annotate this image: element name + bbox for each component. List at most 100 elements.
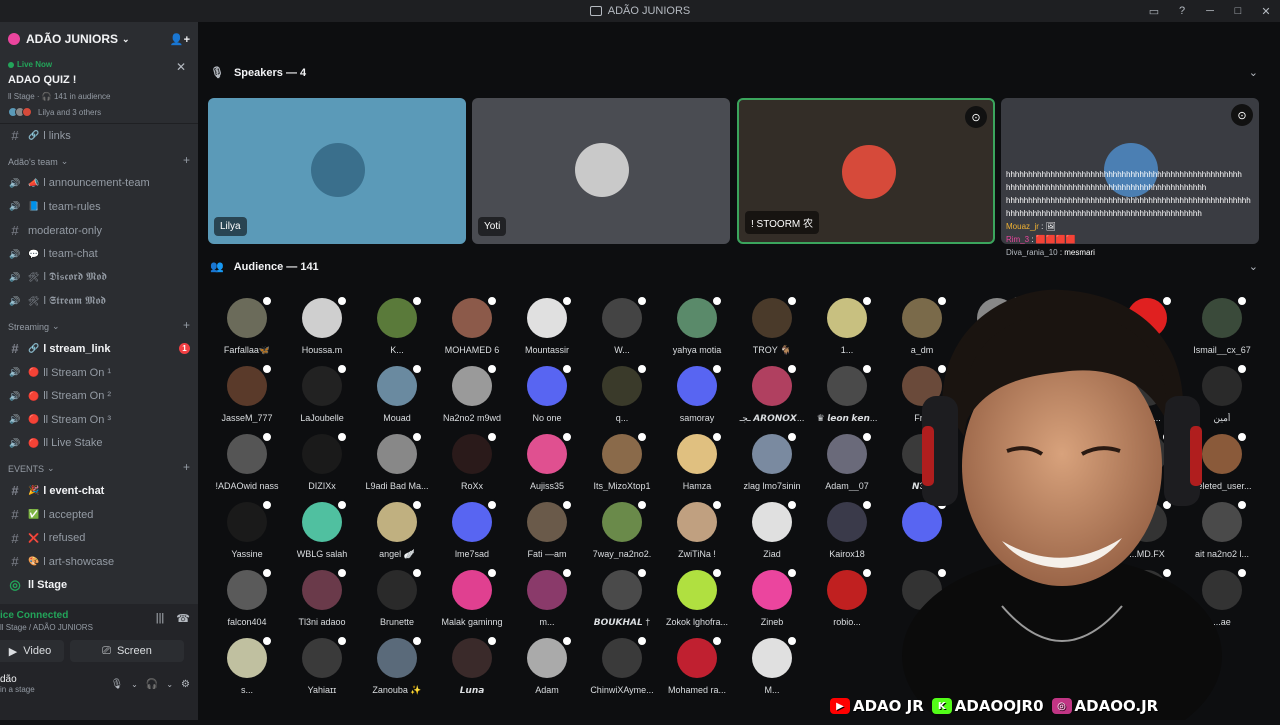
channel-category[interactable]: Streaming ⌄ + bbox=[0, 313, 198, 337]
audience-member[interactable]: zlag lmo7sinin bbox=[737, 431, 807, 491]
audience-member[interactable]: TROY 🐐 bbox=[737, 295, 807, 356]
audience-member[interactable]: Aujiss35 bbox=[512, 431, 582, 491]
help-icon[interactable]: ? bbox=[1168, 0, 1196, 22]
live-stage-card[interactable]: Live Now ADAO QUIZ ! ll Stage · 🎧 141 in… bbox=[0, 56, 198, 124]
disconnect-icon[interactable]: ☎ bbox=[176, 612, 190, 625]
channel-category[interactable]: EVENTS ⌄ + bbox=[0, 455, 198, 479]
audience-member[interactable]: yahya motia bbox=[662, 295, 732, 355]
audience-member[interactable]: q... bbox=[587, 363, 657, 423]
channel-item[interactable]: 🔊 🔴 ll Stream On ² bbox=[0, 384, 198, 408]
audience-member[interactable]: RoXx bbox=[437, 431, 507, 491]
audience-member[interactable]: 1... bbox=[812, 295, 882, 355]
audience-member[interactable]: Zineb bbox=[737, 567, 807, 627]
audience-member[interactable]: Tl3ni adaoo bbox=[287, 567, 357, 627]
audience-member[interactable]: 𝘽𝙊𝙐𝙆𝙃𝘼𝙇 † bbox=[587, 567, 657, 628]
audience-member[interactable]: lme7sad bbox=[437, 499, 507, 559]
channel-item[interactable]: # ✅ l accepted bbox=[0, 503, 198, 527]
audience-member[interactable]: !ADAOwid nass bbox=[212, 431, 282, 491]
audience-member[interactable]: ChinwiXAyme... bbox=[587, 635, 657, 695]
audience-member[interactable]: Ziad bbox=[737, 499, 807, 559]
channel-item[interactable]: 🔊 🔴 ll Stream On ³ bbox=[0, 408, 198, 432]
audience-member[interactable]: Na2no2 m9wd bbox=[437, 363, 507, 423]
channel-item[interactable]: # 🔗 l links bbox=[0, 124, 198, 148]
channel-item[interactable]: 🔊 🛠 l 𝕯𝖎𝖘𝖈𝖔𝖗𝖉 𝕸𝖔𝖉 bbox=[0, 266, 198, 290]
audience-member[interactable]: DIZIXx bbox=[287, 431, 357, 491]
add-channel-icon[interactable]: + bbox=[183, 153, 190, 167]
audience-member[interactable]: M... bbox=[737, 635, 807, 695]
audience-member[interactable]: Zokok lghofra... bbox=[662, 567, 732, 627]
voice-location[interactable]: ll Stage / ADÃO JUNIORS bbox=[0, 623, 156, 632]
username[interactable]: dão bbox=[0, 674, 110, 685]
maximize-button[interactable]: □ bbox=[1224, 0, 1252, 22]
add-channel-icon[interactable]: + bbox=[183, 318, 190, 332]
audience-member[interactable]: MOHAMED 6 bbox=[437, 295, 507, 355]
inbox-icon[interactable]: ▭ bbox=[1140, 0, 1168, 22]
minimize-button[interactable]: ─ bbox=[1196, 0, 1224, 22]
audience-member[interactable]: Zanouba ✨ bbox=[362, 635, 432, 696]
headphones-icon[interactable]: 🎧 bbox=[146, 679, 158, 690]
audience-member[interactable]: Yassine bbox=[212, 499, 282, 559]
audience-member[interactable]: Adam bbox=[512, 635, 582, 695]
audience-member[interactable]: angel 🪽 bbox=[362, 499, 432, 560]
audience-member[interactable]: WBLG salah bbox=[287, 499, 357, 559]
channel-category[interactable]: Adão's team ⌄ + bbox=[0, 148, 198, 172]
streaming-indicator-icon[interactable]: ⊙ bbox=[965, 106, 987, 128]
audience-member[interactable]: Mountassir bbox=[512, 295, 582, 355]
close-icon[interactable]: ✕ bbox=[176, 60, 186, 74]
channel-item[interactable]: # 🎉 l event-chat bbox=[0, 479, 198, 503]
server-header[interactable]: ADÃO JUNIORS ⌄ 👤+ bbox=[0, 22, 198, 56]
audience-member[interactable]: Hamza bbox=[662, 431, 732, 491]
channel-item[interactable]: 🔊 📘 l team-rules bbox=[0, 195, 198, 219]
audience-member[interactable]: robio... bbox=[812, 567, 882, 627]
screen-share-button[interactable]: ⎚ Screen bbox=[70, 640, 184, 662]
audience-member[interactable]: ـجـ 𝘼𝙍𝙊𝙉𝙊𝙓... bbox=[737, 363, 807, 424]
channel-item[interactable]: # 🎨 l art-showcase bbox=[0, 550, 198, 574]
settings-gear-icon[interactable]: ⚙ bbox=[181, 679, 190, 690]
speaker-tile[interactable]: Lilya bbox=[208, 98, 466, 244]
audience-member[interactable]: Farfallaa🦋 bbox=[212, 295, 282, 356]
speaker-tile[interactable]: ! STOORM 农 ⊙ bbox=[737, 98, 995, 244]
audience-member[interactable]: Its_MizoXtop1 bbox=[587, 431, 657, 491]
audience-member[interactable]: falcon404 bbox=[212, 567, 282, 627]
close-button[interactable]: ✕ bbox=[1252, 0, 1280, 22]
audience-member[interactable]: LaJoubelle bbox=[287, 363, 357, 423]
channel-item[interactable]: 🔊 📣 l announcement-team bbox=[0, 172, 198, 196]
audience-member[interactable]: W... bbox=[587, 295, 657, 355]
audience-member[interactable]: Yahiaɪɪ bbox=[287, 635, 357, 695]
video-button[interactable]: ▶ Video bbox=[0, 640, 64, 662]
audience-member[interactable]: Adam__07 bbox=[812, 431, 882, 491]
chevron-down-icon[interactable]: ⌄ bbox=[1249, 66, 1258, 79]
channel-item[interactable]: 🔊 🔴 ll Live Stake bbox=[0, 432, 198, 456]
channel-item[interactable]: ◎ ll Stage bbox=[0, 574, 198, 598]
audience-member[interactable]: ♛ 𝙡𝙚𝙤𝙣 𝙠𝙚𝙣... bbox=[812, 363, 882, 424]
audience-member[interactable]: No one bbox=[512, 363, 582, 423]
audience-member[interactable]: Mouad bbox=[362, 363, 432, 423]
audience-member[interactable]: m... bbox=[512, 567, 582, 627]
audience-member[interactable]: 𝙇𝙪𝙣𝙖 bbox=[437, 635, 507, 696]
channel-item[interactable]: # moderator-only bbox=[0, 219, 198, 243]
channel-item[interactable]: # 🔗 l stream_link 1 bbox=[0, 337, 198, 361]
microphone-icon[interactable]: 🎙 bbox=[110, 679, 123, 690]
audience-member[interactable]: 7way_na2no2. bbox=[587, 499, 657, 559]
channel-item[interactable]: 🔊 🛠 l 𝕾𝖙𝖗𝖊𝖆𝖒 𝕸𝖔𝖉 bbox=[0, 290, 198, 314]
audience-member[interactable]: samoray bbox=[662, 363, 732, 423]
audience-member[interactable]: Kairox18 bbox=[812, 499, 882, 559]
audience-member[interactable]: s... bbox=[212, 635, 282, 695]
channel-item[interactable]: 🔊 💬 l team-chat bbox=[0, 242, 198, 266]
audience-member[interactable]: L9adi Bad Ma... bbox=[362, 431, 432, 491]
audience-header[interactable]: 👥 Audience — 141 bbox=[210, 260, 319, 274]
audience-member[interactable]: JasseM_777 bbox=[212, 363, 282, 423]
audience-member[interactable]: Malak gaminng bbox=[437, 567, 507, 627]
streaming-indicator-icon[interactable]: ⊙ bbox=[1231, 104, 1253, 126]
speaker-tile[interactable]: Yoti bbox=[472, 98, 730, 244]
channel-item[interactable]: 🔊 🔴 ll Stream On ¹ bbox=[0, 361, 198, 385]
speakers-header[interactable]: 🎙 Speakers — 4 bbox=[210, 66, 306, 80]
audience-member[interactable]: Mohamed ra... bbox=[662, 635, 732, 695]
chevron-down-icon[interactable]: ⌄ bbox=[131, 680, 138, 689]
audience-member[interactable]: ZwiTiNa ! bbox=[662, 499, 732, 559]
channel-item[interactable]: # ❌ l refused bbox=[0, 526, 198, 550]
chevron-down-icon[interactable]: ⌄ bbox=[1249, 260, 1258, 273]
audience-member[interactable]: Fati —am bbox=[512, 499, 582, 559]
noise-suppression-icon[interactable]: ||| bbox=[156, 612, 165, 624]
add-channel-icon[interactable]: + bbox=[183, 460, 190, 474]
